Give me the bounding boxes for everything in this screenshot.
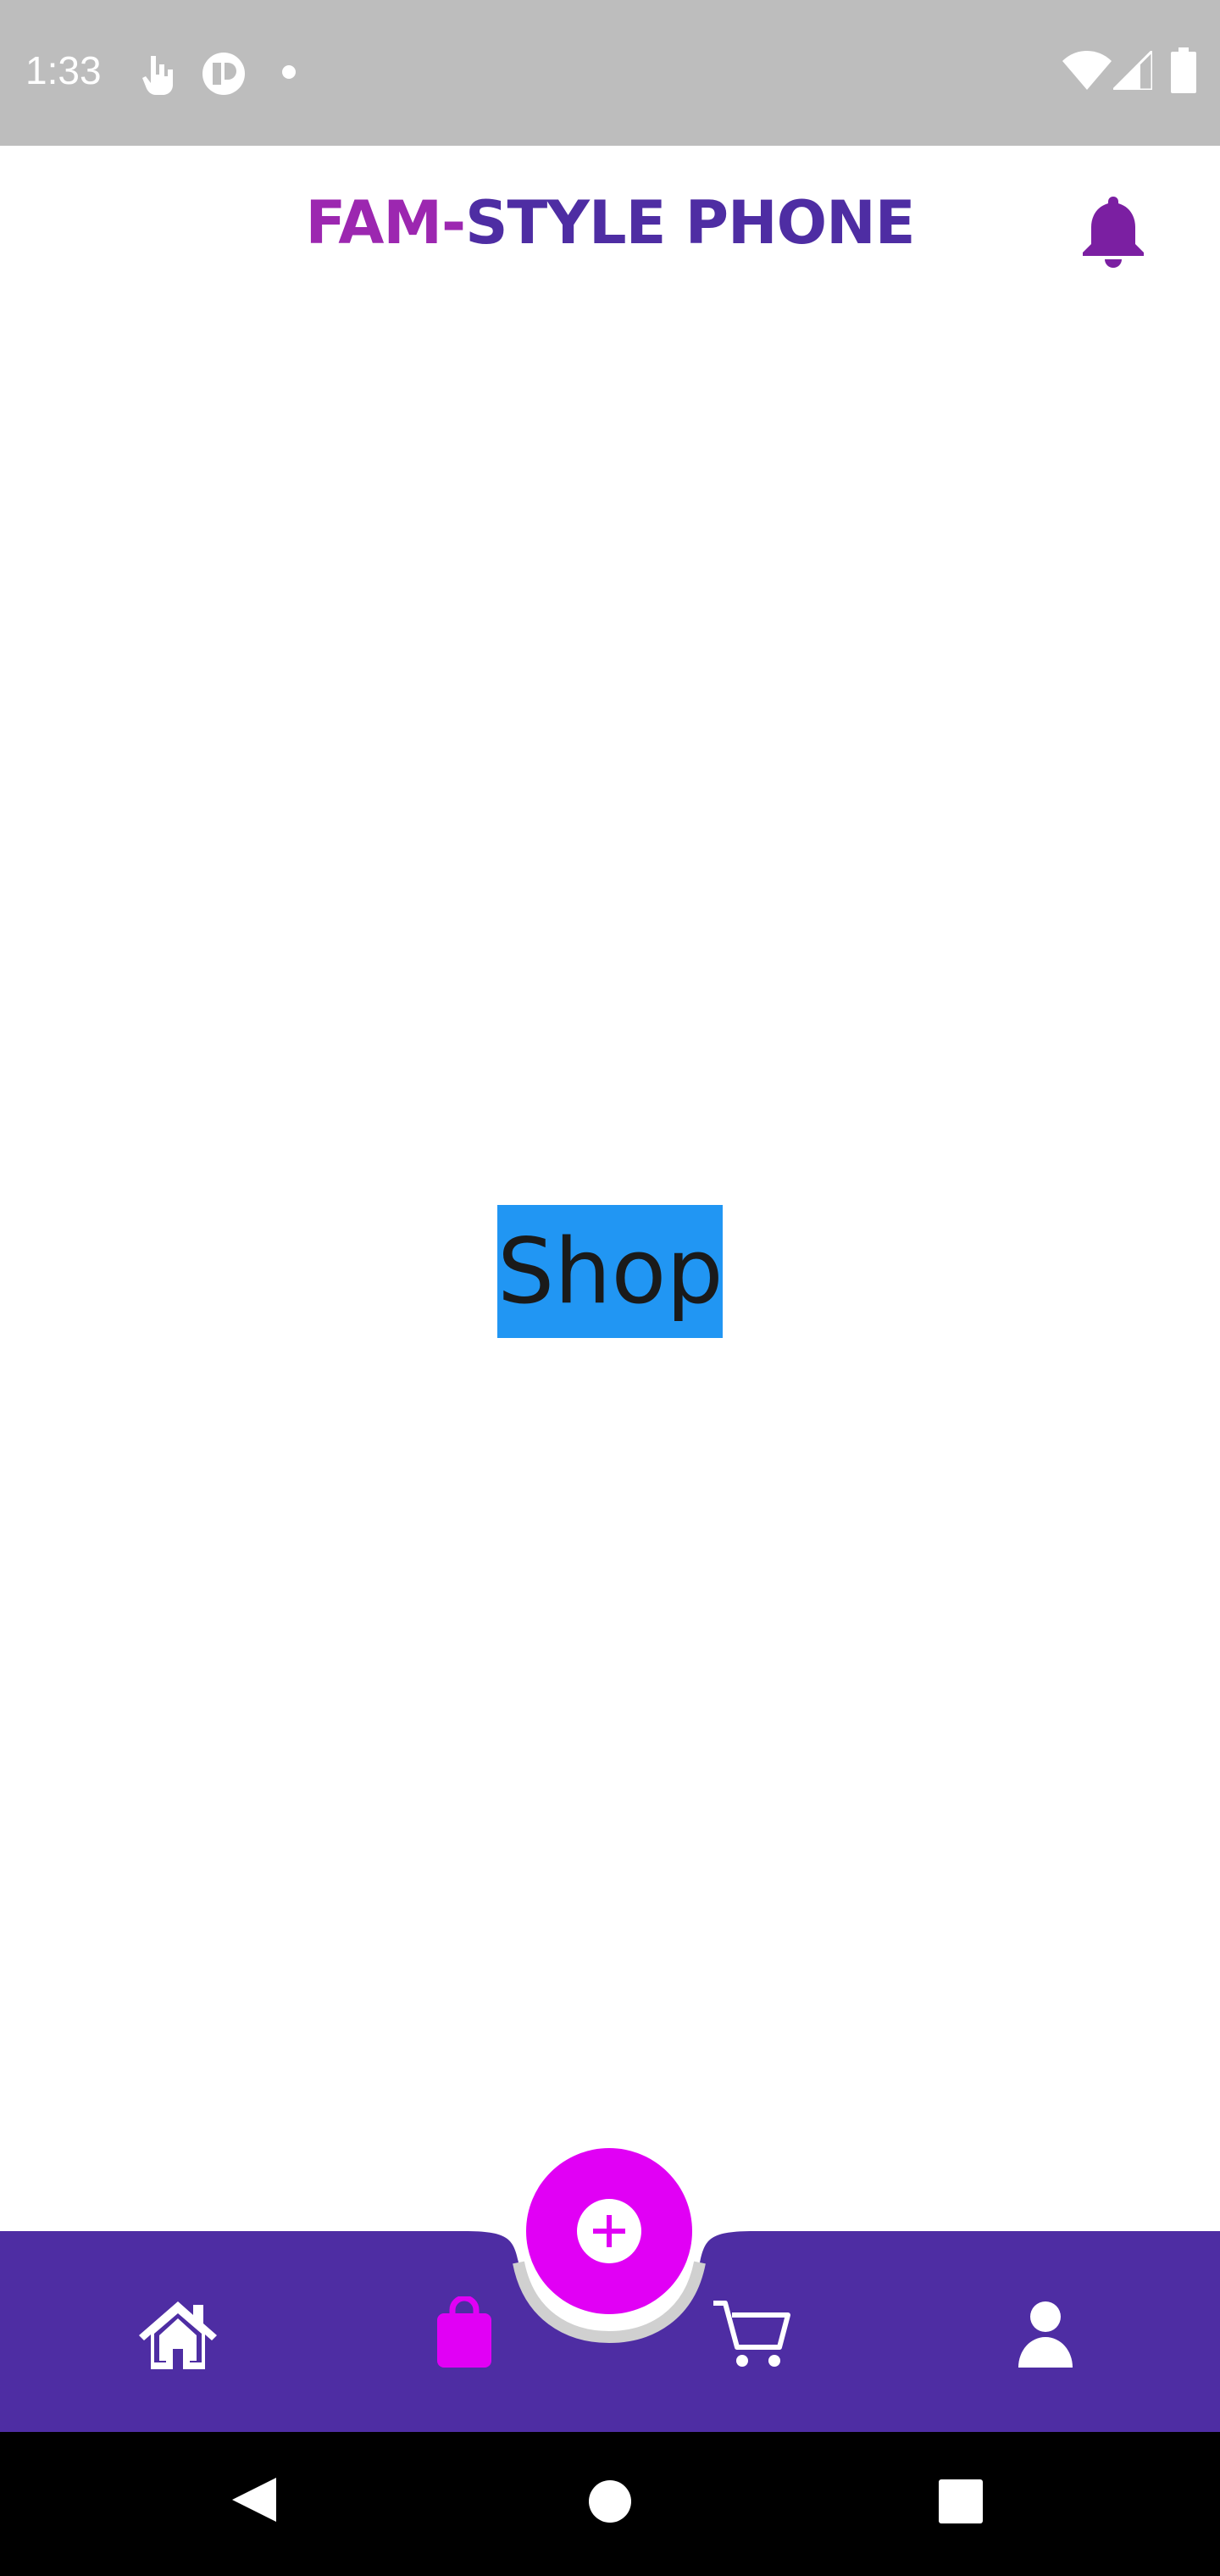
add-fab-button[interactable] bbox=[526, 2148, 692, 2314]
battery-icon bbox=[1171, 47, 1196, 93]
back-icon[interactable] bbox=[229, 2474, 280, 2525]
app-header: FAM-STYLE PHONE bbox=[0, 146, 1220, 307]
app-title-part1: FAM- bbox=[305, 188, 466, 258]
bell-icon[interactable] bbox=[1079, 193, 1147, 269]
app-title-part2: STYLE PHONE bbox=[465, 188, 915, 258]
status-bar: 1:33 bbox=[0, 0, 1220, 146]
status-time: 1:33 bbox=[25, 48, 102, 92]
signal-icon bbox=[1113, 51, 1152, 90]
user-icon[interactable] bbox=[1003, 2296, 1088, 2373]
dot-icon bbox=[282, 65, 296, 79]
app-title: FAM-STYLE PHONE bbox=[0, 188, 1220, 258]
home-circle-icon[interactable] bbox=[588, 2479, 632, 2523]
touch-icon bbox=[142, 56, 173, 95]
plus-circle-icon bbox=[577, 2199, 641, 2263]
home-icon[interactable] bbox=[136, 2296, 220, 2373]
shopping-bag-icon[interactable] bbox=[422, 2296, 507, 2373]
system-nav-bar bbox=[0, 2432, 1220, 2576]
recents-icon[interactable] bbox=[939, 2479, 983, 2523]
cart-icon[interactable] bbox=[710, 2296, 795, 2373]
shop-label: Shop bbox=[497, 1205, 724, 1338]
wifi-icon bbox=[1062, 51, 1112, 90]
app-notification-icon bbox=[202, 53, 245, 95]
